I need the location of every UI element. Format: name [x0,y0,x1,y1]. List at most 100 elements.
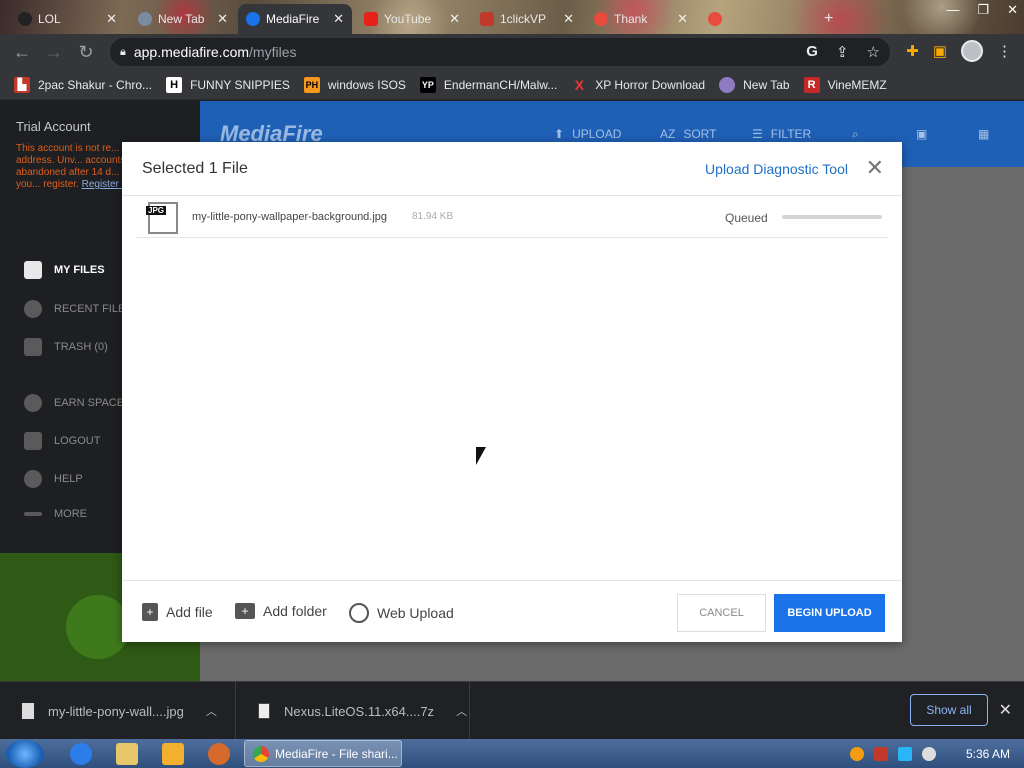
maximize-icon[interactable]: ❐ [977,2,989,18]
file-explorer-icon[interactable] [116,743,138,765]
sidebar-item-logout[interactable]: LOGOUT [24,432,100,450]
bookmarks-bar: ▙ 2pac Shakur - Chro... H FUNNY SNIPPIES… [0,70,1024,100]
upload-button[interactable]: ⬆ UPLOAD [554,127,621,141]
paint-icon[interactable] [208,743,230,765]
google-icon[interactable]: G [806,43,818,61]
new-tab-button[interactable]: + [816,4,840,34]
sort-button[interactable]: AZ SORT [660,127,716,141]
back-arrow-icon[interactable]: ← [6,36,38,68]
bookmark-item[interactable]: PH windows ISOS [303,76,406,93]
tab-mediafire[interactable]: MediaFire ✕ [238,4,352,34]
monitor-tray-icon[interactable] [897,746,912,761]
volume-tray-icon[interactable] [921,746,936,761]
bookmark-item[interactable]: X XP Horror Download [571,77,706,93]
sidebar-item-recent-files[interactable]: RECENT FILES [24,300,133,318]
close-tab-icon[interactable]: ✕ [333,11,344,27]
bookmark-item[interactable]: R VineMEMZ [803,76,887,93]
window-controls: — ❐ ✕ [946,2,1018,18]
clock[interactable]: 5:36 AM [966,747,1010,761]
media-player-icon[interactable] [162,743,184,765]
add-file-button[interactable]: + Add file [142,603,213,621]
sidebar-item-label: MORE [54,508,87,520]
show-all-button[interactable]: Show all [910,694,988,726]
new-folder-icon[interactable]: ▣ [916,127,927,141]
web-upload-button[interactable]: Web Upload [349,603,454,623]
grid-view-icon[interactable]: ▦ [978,127,989,141]
close-tab-icon[interactable]: ✕ [449,11,460,27]
7z-file-icon [258,703,270,719]
file-icon [22,703,34,719]
download-item[interactable]: Nexus.LiteOS.11.x64....7z ︿ [236,682,470,740]
tab-favicon-icon [480,12,494,26]
windows-taskbar: MediaFire - File shari... 5:36 AM [0,739,1024,768]
start-button-icon[interactable] [6,740,44,768]
cancel-button[interactable]: CANCEL [677,594,766,632]
bookmark-favicon-icon: YP [419,76,436,93]
bookmark-label: 2pac Shakur - Chro... [38,77,153,92]
minimize-icon[interactable]: — [946,2,959,18]
youtube-favicon-icon [364,12,378,26]
bookmark-label: EndermanCH/Malw... [443,77,558,92]
tab-thank[interactable]: Thank ✕ [586,4,696,34]
extensions-icon[interactable]: ✚ [906,42,919,60]
file-progress-bar [782,215,882,219]
sidebar-item-label: RECENT FILES [54,303,133,315]
download-name: Nexus.LiteOS.11.x64....7z [284,703,435,719]
tab-youtube[interactable]: YouTube ✕ [356,4,468,34]
profile-avatar-icon[interactable] [961,40,983,62]
bookmark-item[interactable]: YP EndermanCH/Malw... [419,76,558,93]
chevron-up-icon[interactable]: ︿ [456,703,467,719]
sidebar-item-more[interactable]: MORE [24,508,87,520]
close-icon[interactable]: ✕ [999,700,1012,720]
filter-icon: ☰ [752,127,763,141]
add-file-label: Add file [166,604,213,620]
address-bar[interactable]: 🔒︎ app.mediafire.com/myfiles G ⇪ ☆ [110,38,890,66]
tab-1clickvp[interactable]: 1clickVP ✕ [472,4,582,34]
upload-modal: Selected 1 File Upload Diagnostic Tool ✕… [122,142,902,642]
search-tray-icon[interactable] [849,746,864,761]
bookmark-item[interactable]: H FUNNY SNIPPIES [166,76,290,93]
close-tab-icon[interactable]: ✕ [106,11,117,27]
chrome-icon [253,745,269,762]
help-icon [24,470,42,488]
share-icon[interactable]: ⇪ [836,43,849,61]
add-file-icon: + [142,603,158,621]
tab-new-tab[interactable]: New Tab ✕ [130,4,236,34]
close-window-icon[interactable]: ✕ [1007,2,1018,18]
bookmark-favicon-icon: ▙ [14,76,30,93]
opera-favicon-icon [594,12,608,26]
menu-kebab-icon[interactable]: ⋮ [997,42,1012,60]
box-icon [66,595,130,659]
tab-label: New Tab [158,12,205,26]
filter-button[interactable]: ☰ FILTER [752,127,811,141]
add-folder-button[interactable]: + Add folder [235,603,327,619]
chevron-up-icon[interactable]: ︿ [206,703,217,719]
bookmark-star-icon[interactable]: ☆ [867,43,880,61]
bookmark-item[interactable]: New Tab [719,76,790,93]
internet-explorer-icon[interactable] [70,743,92,765]
reload-icon[interactable]: ↻ [70,36,102,68]
search-icon[interactable]: ⌕ [852,127,859,142]
side-panel-icon[interactable]: ▣ [933,42,947,60]
flag-tray-icon[interactable] [873,746,888,761]
sidebar-item-my-files[interactable]: MY FILES [24,261,105,279]
upload-diagnostic-link[interactable]: Upload Diagnostic Tool [705,161,848,177]
file-row: JPG my-little-pony-wallpaper-background.… [136,196,888,238]
bookmark-item[interactable]: ▙ 2pac Shakur - Chro... [14,76,153,93]
download-item[interactable]: my-little-pony-wall....jpg ︿ [0,682,236,740]
forward-arrow-icon[interactable]: → [38,36,70,68]
tab-lol[interactable]: LOL ✕ [10,4,125,34]
close-icon[interactable]: ✕ [866,156,884,180]
taskbar-chrome-task[interactable]: MediaFire - File shari... [244,740,402,767]
close-tab-icon[interactable]: ✕ [677,11,688,27]
tab-opera[interactable] [700,4,730,34]
close-tab-icon[interactable]: ✕ [563,11,574,27]
sidebar-item-help[interactable]: HELP [24,470,83,488]
folder-icon [24,261,42,279]
close-tab-icon[interactable]: ✕ [217,11,228,27]
globe-icon [349,603,369,623]
sidebar-item-earn-space[interactable]: EARN SPACE [24,394,124,412]
sidebar-item-trash[interactable]: TRASH (0) [24,338,108,356]
lock-icon: 🔒︎ [120,45,126,58]
begin-upload-button[interactable]: BEGIN UPLOAD [774,594,885,632]
